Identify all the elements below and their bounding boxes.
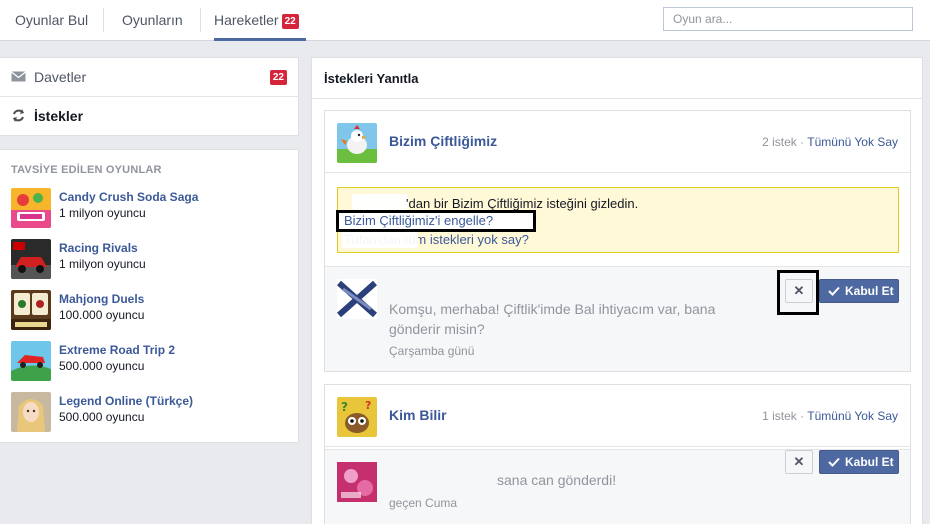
recommended-games-title: TAVSİYE EDİLEN OYUNLAR <box>11 164 162 176</box>
game-players: 1 milyon oyuncu <box>59 206 146 220</box>
card-header: Bizim Çiftliğimiz 2 istek · Tümünü Yok S… <box>325 111 910 173</box>
page-title: İstekleri Yanıtla <box>324 71 419 86</box>
game-name[interactable]: Extreme Road Trip 2 <box>59 343 175 357</box>
left-nav: Davetler 22 İstekler <box>0 57 299 136</box>
recommended-game[interactable]: Extreme Road Trip 2 500.000 oyuncu <box>11 341 291 383</box>
game-request-card: ? ? Kim Bilir 1 istek · Tümünü Yok Say s… <box>324 384 911 524</box>
game-name[interactable]: Candy Crush Soda Saga <box>59 190 198 204</box>
divider <box>312 98 922 99</box>
extreme-road-trip-thumbnail <box>11 341 51 381</box>
redacted-name <box>389 279 489 295</box>
nav-item-requests[interactable]: İstekler <box>0 97 299 136</box>
card-header: ? ? Kim Bilir 1 istek · Tümünü Yok Say <box>325 385 910 447</box>
farm-game-icon <box>337 123 377 163</box>
game-players: 500.000 oyuncu <box>59 410 145 424</box>
card-meta: 1 istek · Tümünü Yok Say <box>762 409 898 423</box>
block-game-link[interactable]: Bizim Çiftliğimiz'i engelle? <box>344 213 493 228</box>
recommended-games-panel: TAVSİYE EDİLEN OYUNLAR Candy Crush Soda … <box>0 149 299 443</box>
accept-request-button[interactable]: Kabul Et <box>819 450 899 474</box>
game-players: 100.000 oyuncu <box>59 308 145 322</box>
requests-panel: İstekleri Yanıtla Bizim Çiftliğimiz 2 is… <box>311 57 923 524</box>
card-meta: 2 istek · Tümünü Yok Say <box>762 135 898 149</box>
nav-invites-label: Davetler <box>34 69 87 85</box>
svg-text:?: ? <box>341 400 348 414</box>
legend-online-thumbnail <box>11 392 51 432</box>
tab-divider <box>200 8 201 32</box>
request-time: geçen Cuma <box>389 496 458 510</box>
tab-your-games[interactable]: Oyunların <box>122 0 183 41</box>
recommended-game[interactable]: Legend Online (Türkçe) 500.000 oyuncu <box>11 392 291 434</box>
nav-item-invites[interactable]: Davetler 22 <box>0 58 299 97</box>
redacted-name <box>342 232 418 248</box>
accept-request-button[interactable]: Kabul Et <box>819 279 899 303</box>
envelope-icon <box>11 71 26 82</box>
top-bar: Oyunlar Bul Oyunların Hareketler 22 <box>0 0 930 41</box>
game-name[interactable]: Racing Rivals <box>59 241 138 255</box>
candy-crush-thumbnail <box>11 188 51 228</box>
request-message: Komşu, merhaba! Çiftlik'imde Bal ihtiyac… <box>389 301 716 337</box>
sender-avatar <box>337 462 377 502</box>
invites-badge: 22 <box>269 70 287 85</box>
card-game-title[interactable]: Bizim Çiftliğimiz <box>389 133 497 149</box>
recommended-game[interactable]: Racing Rivals 1 milyon oyuncu <box>11 239 291 281</box>
accept-label: Kabul Et <box>845 455 894 469</box>
check-icon <box>828 286 840 296</box>
dismiss-request-button[interactable]: ✕ <box>785 279 813 303</box>
recommended-game[interactable]: Mahjong Duels 100.000 oyuncu <box>11 290 291 332</box>
game-name[interactable]: Mahjong Duels <box>59 292 144 306</box>
game-search-input[interactable] <box>663 7 913 31</box>
svg-text:?: ? <box>365 399 371 412</box>
game-request-card: Bizim Çiftliğimiz 2 istek · Tümünü Yok S… <box>324 110 911 372</box>
request-item: Komşu, merhaba! Çiftlik'imde Bal ihtiyac… <box>325 266 910 371</box>
nav-requests-label: İstekler <box>34 108 84 124</box>
request-count: 1 istek <box>762 409 797 423</box>
dismiss-all-link[interactable]: Tümünü Yok Say <box>807 409 898 423</box>
game-name[interactable]: Legend Online (Türkçe) <box>59 394 193 408</box>
request-item: sana can gönderdi! geçen Cuma ✕ Kabul Et <box>325 449 910 524</box>
tab-find-games[interactable]: Oyunlar Bul <box>15 0 88 41</box>
tab-activity[interactable]: Hareketler 22 <box>214 0 306 41</box>
game-players: 500.000 oyuncu <box>59 359 145 373</box>
recommended-game[interactable]: Candy Crush Soda Saga 1 milyon oyuncu <box>11 188 291 230</box>
card-game-title[interactable]: Kim Bilir <box>389 407 447 423</box>
dismiss-request-button[interactable]: ✕ <box>785 450 813 474</box>
tab-divider <box>103 8 104 32</box>
notice-text: 'dan bir Bizim Çiftliğimiz isteğini gizl… <box>406 196 639 211</box>
mahjong-duels-thumbnail <box>11 290 51 330</box>
request-message: sana can gönderdi! <box>497 472 617 488</box>
sync-arrows-icon <box>13 109 24 122</box>
kim-bilir-game-icon: ? ? <box>337 397 377 437</box>
hidden-request-notice: 'dan bir Bizim Çiftliğimiz isteğini gizl… <box>336 187 899 253</box>
tab-activity-label: Hareketler <box>214 12 279 28</box>
accept-label: Kabul Et <box>845 284 894 298</box>
redacted-name <box>352 194 408 210</box>
sender-avatar <box>337 279 377 319</box>
request-count: 2 istek <box>762 135 797 149</box>
check-icon <box>828 457 840 467</box>
racing-rivals-thumbnail <box>11 239 51 279</box>
request-time: Çarşamba günü <box>389 344 475 358</box>
dismiss-all-link[interactable]: Tümünü Yok Say <box>807 135 898 149</box>
game-players: 1 milyon oyuncu <box>59 257 146 271</box>
activity-badge: 22 <box>281 14 299 29</box>
